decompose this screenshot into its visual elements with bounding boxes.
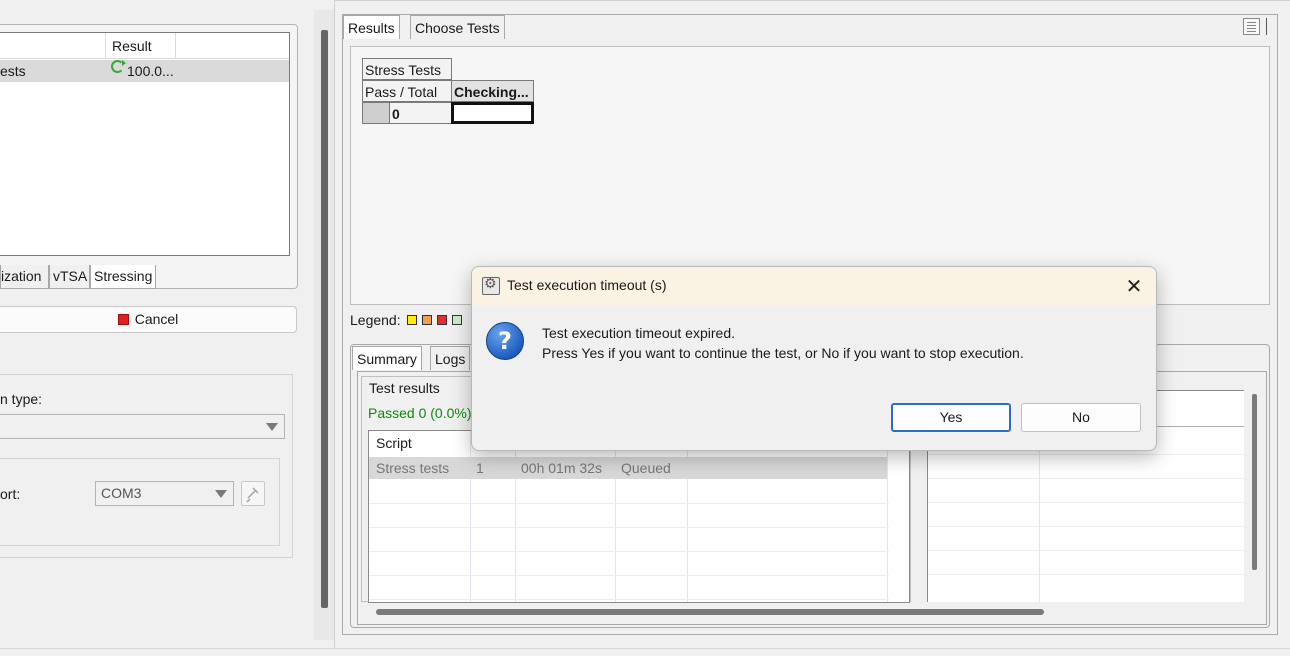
tab-choose-tests[interactable]: Choose Tests xyxy=(410,15,505,39)
no-button[interactable]: No xyxy=(1021,403,1141,432)
close-icon[interactable]: ✕ xyxy=(1120,273,1148,299)
tab-logs[interactable]: Logs xyxy=(430,346,471,370)
column-header-name[interactable] xyxy=(0,33,106,59)
column-header-empty xyxy=(176,33,289,59)
table-row[interactable] xyxy=(369,552,889,576)
grid-row-marker xyxy=(362,102,390,124)
tab-vtsa[interactable]: vTSA xyxy=(49,265,90,289)
chevron-down-icon xyxy=(266,423,278,431)
legend-label: Legend: xyxy=(350,312,401,328)
table-row[interactable] xyxy=(369,504,889,528)
port-select[interactable]: COM3 xyxy=(95,481,234,506)
port-value: COM3 xyxy=(101,485,142,501)
legend-swatch-yellow xyxy=(407,315,417,325)
dialog-message-line2: Press Yes if you want to continue the te… xyxy=(542,345,1024,361)
cancel-button[interactable]: Cancel xyxy=(0,306,297,333)
grid-pass-total-header: Pass / Total xyxy=(362,80,452,102)
port-label: ort: xyxy=(0,486,21,502)
row-result: 100.0... xyxy=(127,63,174,79)
legend-swatch-green xyxy=(452,315,462,325)
grid-value: 0 xyxy=(389,102,452,124)
yes-button[interactable]: Yes xyxy=(891,403,1011,432)
passed-summary: Passed 0 (0.0%) xyxy=(368,405,472,421)
column-header-script[interactable]: Script xyxy=(376,435,412,451)
plug-icon xyxy=(246,487,259,503)
row-name: ests xyxy=(0,63,26,79)
legend-swatch-orange xyxy=(422,315,432,325)
row-number: 1 xyxy=(476,460,484,476)
question-icon: ? xyxy=(486,322,524,360)
table-row[interactable] xyxy=(928,551,1244,575)
connection-type-select[interactable] xyxy=(0,414,285,439)
chevron-down-icon xyxy=(215,490,227,498)
cancel-label: Cancel xyxy=(134,311,179,327)
row-status: Queued xyxy=(621,460,671,476)
grid-selected-cell[interactable] xyxy=(451,102,534,124)
timeout-dialog: Test execution timeout (s) ✕ ? Test exec… xyxy=(471,266,1157,451)
table-row[interactable] xyxy=(369,576,889,600)
tab-stressing[interactable]: Stressing xyxy=(90,265,156,289)
splitter-handle[interactable] xyxy=(321,30,328,608)
tab-results[interactable]: Results xyxy=(343,15,400,39)
legend-swatch-red xyxy=(437,315,447,325)
table-row[interactable] xyxy=(369,528,889,552)
table-row[interactable] xyxy=(369,480,889,504)
vertical-scrollbar[interactable] xyxy=(1252,394,1257,570)
test-results-title: Test results xyxy=(366,380,443,396)
toolbar-separator xyxy=(1266,18,1267,35)
table-row[interactable] xyxy=(928,503,1244,527)
table-row[interactable] xyxy=(928,455,1244,479)
table-row[interactable] xyxy=(928,479,1244,503)
table-row[interactable]: ests 100.0... xyxy=(0,60,289,82)
column-header-result[interactable]: Result xyxy=(106,33,176,59)
stop-icon xyxy=(117,314,129,325)
dialog-message-line1: Test execution timeout expired. xyxy=(542,325,735,341)
status-bar xyxy=(0,648,1290,656)
table-row-selected[interactable]: Stress tests 1 00h 01m 32s Queued xyxy=(369,457,887,479)
view-menu-icon[interactable] xyxy=(1243,18,1260,35)
script-table[interactable] xyxy=(368,430,910,603)
connection-type-label: n type: xyxy=(0,391,43,407)
port-connect-button[interactable] xyxy=(241,481,265,506)
tab-optimization[interactable]: ization xyxy=(0,265,49,289)
table-row[interactable] xyxy=(928,527,1244,551)
horizontal-scrollbar[interactable] xyxy=(376,609,1044,615)
row-time: 00h 01m 32s xyxy=(521,460,602,476)
grid-checking-header: Checking... xyxy=(451,80,534,102)
result-table[interactable]: Result ests 100.0... xyxy=(0,32,290,256)
tab-summary[interactable]: Summary xyxy=(352,346,422,370)
app-gear-icon xyxy=(482,276,500,295)
row-script: Stress tests xyxy=(376,460,450,476)
grid-title: Stress Tests xyxy=(362,58,452,80)
dialog-title: Test execution timeout (s) xyxy=(507,277,667,293)
